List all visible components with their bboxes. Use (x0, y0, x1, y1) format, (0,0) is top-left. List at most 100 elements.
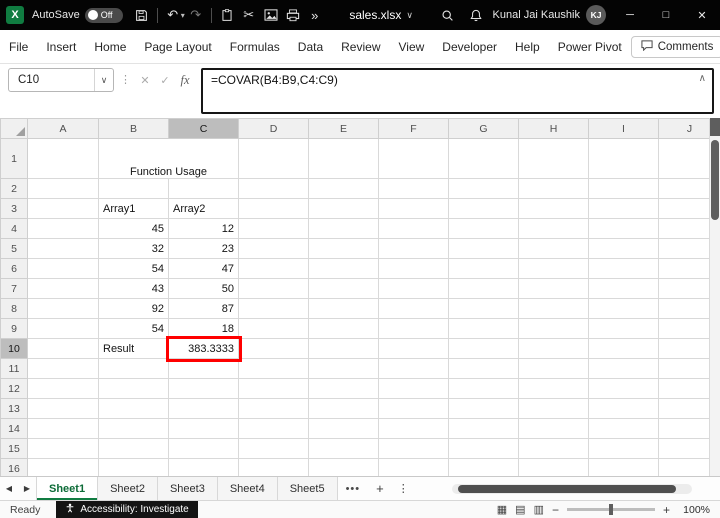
cell-A2[interactable] (27, 178, 99, 199)
cell-H12[interactable] (518, 378, 589, 399)
cell-A14[interactable] (27, 418, 99, 439)
minimize-icon[interactable]: ─ (612, 0, 648, 30)
cell-E2[interactable] (308, 178, 379, 199)
cell-F3[interactable] (378, 198, 449, 219)
horizontal-scrollbar-thumb[interactable] (458, 485, 676, 493)
row-header-10[interactable]: 10 (0, 338, 28, 359)
cell-D14[interactable] (238, 418, 309, 439)
ribbon-tab-page-layout[interactable]: Page Layout (135, 30, 220, 63)
ribbon-tab-file[interactable]: File (0, 30, 37, 63)
cell-G2[interactable] (448, 178, 519, 199)
cell-E1[interactable] (308, 138, 379, 179)
cell-A11[interactable] (27, 358, 99, 379)
column-header-e[interactable]: E (308, 118, 379, 139)
cell-H11[interactable] (518, 358, 589, 379)
cell-A9[interactable] (27, 318, 99, 339)
cell-B2[interactable] (98, 178, 169, 199)
cell-I9[interactable] (588, 318, 659, 339)
cell-D12[interactable] (238, 378, 309, 399)
redo-icon[interactable]: ↷ (185, 4, 207, 26)
cell-E12[interactable] (308, 378, 379, 399)
ribbon-tab-view[interactable]: View (390, 30, 434, 63)
cell-D16[interactable] (238, 458, 309, 476)
cell-C14[interactable] (168, 418, 239, 439)
ribbon-tab-insert[interactable]: Insert (37, 30, 85, 63)
zoom-in-icon[interactable]: + (663, 503, 670, 517)
cell-D8[interactable] (238, 298, 309, 319)
cell-F15[interactable] (378, 438, 449, 459)
picture-icon[interactable] (260, 4, 282, 26)
formula-input[interactable]: =COVAR(B4:B9,C4:C9) ∧ (201, 68, 714, 114)
cell-I8[interactable] (588, 298, 659, 319)
excel-logo-icon[interactable]: X (6, 6, 24, 24)
cell-H9[interactable] (518, 318, 589, 339)
cell-C2[interactable] (168, 178, 239, 199)
cell-C7[interactable]: 50 (168, 278, 239, 299)
cell-A12[interactable] (27, 378, 99, 399)
cell-F9[interactable] (378, 318, 449, 339)
sheet-tab-sheet1[interactable]: Sheet1 (36, 477, 99, 500)
cell-C3[interactable]: Array2 (168, 198, 239, 219)
cell-I5[interactable] (588, 238, 659, 259)
row-header-5[interactable]: 5 (0, 238, 28, 259)
cell-C13[interactable] (168, 398, 239, 419)
cell-A4[interactable] (27, 218, 99, 239)
sheet-nav-left-icon[interactable]: ◀ (0, 477, 18, 500)
cell-C10[interactable]: 383.3333 (165, 335, 242, 362)
cell-A3[interactable] (27, 198, 99, 219)
cell-C15[interactable] (168, 438, 239, 459)
cell-F14[interactable] (378, 418, 449, 439)
cell-H13[interactable] (518, 398, 589, 419)
insert-function-icon[interactable]: fx (175, 68, 195, 92)
cell-G8[interactable] (448, 298, 519, 319)
cell-G5[interactable] (448, 238, 519, 259)
ribbon-tab-home[interactable]: Home (85, 30, 135, 63)
cell-I14[interactable] (588, 418, 659, 439)
cell-I15[interactable] (588, 438, 659, 459)
cell-G9[interactable] (448, 318, 519, 339)
cell-B4[interactable]: 45 (98, 218, 169, 239)
cell-D1[interactable] (238, 138, 309, 179)
cell-F13[interactable] (378, 398, 449, 419)
cell-F11[interactable] (378, 358, 449, 379)
cell-H15[interactable] (518, 438, 589, 459)
row-header-12[interactable]: 12 (0, 378, 28, 399)
cell-C11[interactable] (168, 358, 239, 379)
cell-D4[interactable] (238, 218, 309, 239)
cell-F1[interactable] (378, 138, 449, 179)
sheet-options-icon[interactable]: ⋮ (392, 477, 415, 500)
row-header-3[interactable]: 3 (0, 198, 28, 219)
more-quick-access-icon[interactable]: » (304, 4, 326, 26)
maximize-icon[interactable]: □ (648, 0, 684, 30)
cell-A10[interactable] (27, 338, 99, 359)
cell-D15[interactable] (238, 438, 309, 459)
ribbon-tab-review[interactable]: Review (332, 30, 389, 63)
cell-C8[interactable]: 87 (168, 298, 239, 319)
column-header-i[interactable]: I (588, 118, 659, 139)
cell-E10[interactable] (308, 338, 379, 359)
cell-E6[interactable] (308, 258, 379, 279)
row-header-11[interactable]: 11 (0, 358, 28, 379)
cell-A13[interactable] (27, 398, 99, 419)
cell-H3[interactable] (518, 198, 589, 219)
vertical-scrollbar[interactable] (709, 118, 720, 476)
cancel-icon[interactable]: ✕ (135, 68, 155, 92)
cell-B9[interactable]: 54 (98, 318, 169, 339)
cell-A6[interactable] (27, 258, 99, 279)
cell-I13[interactable] (588, 398, 659, 419)
cell-B5[interactable]: 32 (98, 238, 169, 259)
cell-A8[interactable] (27, 298, 99, 319)
cell-G13[interactable] (448, 398, 519, 419)
cell-A5[interactable] (27, 238, 99, 259)
page-layout-view-icon[interactable]: ▤ (515, 503, 525, 516)
save-icon[interactable] (131, 4, 153, 26)
cell-E15[interactable] (308, 438, 379, 459)
cell-H5[interactable] (518, 238, 589, 259)
cell-B10[interactable]: Result (98, 338, 169, 359)
bell-icon[interactable] (465, 4, 487, 26)
cell-A16[interactable] (27, 458, 99, 476)
cell-C16[interactable] (168, 458, 239, 476)
ribbon-tab-help[interactable]: Help (506, 30, 549, 63)
search-icon[interactable] (437, 4, 459, 26)
horizontal-scrollbar[interactable] (452, 484, 692, 494)
